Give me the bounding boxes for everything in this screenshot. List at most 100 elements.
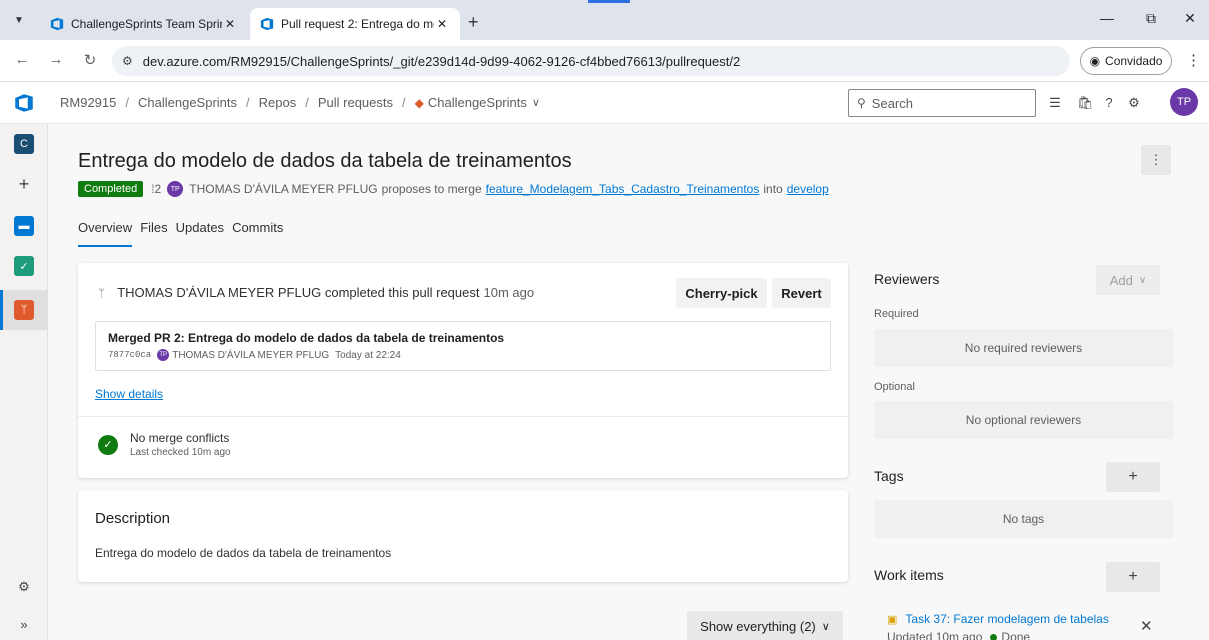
tab-commits[interactable]: Commits bbox=[232, 220, 283, 247]
pr-id: 2 bbox=[154, 182, 162, 196]
breadcrumb-separator: / bbox=[125, 95, 129, 110]
breadcrumb: RM92915 / ChallengeSprints / Repos / Pul… bbox=[60, 95, 540, 110]
add-tag-button[interactable]: + bbox=[1106, 462, 1160, 492]
tab-overview[interactable]: Overview bbox=[78, 220, 133, 247]
source-branch-link[interactable]: feature_Modelagem_Tabs_Cadastro_Treiname… bbox=[486, 182, 760, 196]
breadcrumb-organization[interactable]: RM92915 bbox=[60, 95, 116, 110]
tab-strip-accent bbox=[588, 0, 630, 3]
add-reviewer-button[interactable]: Add ∨ bbox=[1096, 265, 1160, 295]
browser-tab-sprint[interactable]: ChallengeSprints Team Sprint 1 ✕ bbox=[40, 8, 248, 40]
project-badge[interactable]: C bbox=[14, 134, 34, 154]
add-work-item-button[interactable]: + bbox=[1106, 562, 1160, 592]
target-branch-link[interactable]: develop bbox=[787, 182, 829, 196]
pr-meta-line: Completed ⁞ 2 TP THOMAS D'ÁVILA MEYER PF… bbox=[78, 181, 829, 197]
chevron-down-icon[interactable]: ∨ bbox=[532, 96, 540, 109]
proposes-text: proposes to merge bbox=[381, 182, 482, 196]
breadcrumb-separator: / bbox=[305, 95, 309, 110]
restore-window-icon[interactable]: ⧉ bbox=[1141, 10, 1161, 27]
merge-commit[interactable]: Merged PR 2: Entrega do modelo de dados … bbox=[95, 321, 831, 371]
work-item-state: Done bbox=[1001, 630, 1031, 640]
help-icon[interactable]: ? bbox=[1101, 95, 1117, 110]
description-text: Entrega do modelo de dados da tabela de … bbox=[95, 546, 392, 560]
url-field[interactable]: ⚙ dev.azure.com/RM92915/ChallengeSprints… bbox=[112, 46, 1070, 76]
no-tags: No tags bbox=[874, 500, 1173, 538]
conflict-title: No merge conflicts bbox=[130, 431, 230, 445]
into-text: into bbox=[763, 182, 783, 196]
profile-button[interactable]: ◉ Convidado bbox=[1080, 47, 1172, 75]
git-repo-icon: ◆ bbox=[414, 95, 424, 110]
repos-nav-item[interactable]: ᛘ bbox=[0, 290, 48, 330]
divider bbox=[78, 416, 848, 417]
browser-address-bar: ← → ↻ ⚙ dev.azure.com/RM92915/ChallengeS… bbox=[0, 40, 1209, 82]
avatar[interactable]: TP bbox=[1170, 88, 1198, 116]
tags-heading: Tags bbox=[874, 468, 904, 484]
browser-tab-label: Pull request 2: Entrega do modelo de dad… bbox=[281, 17, 434, 31]
browser-tab-pull-request[interactable]: Pull request 2: Entrega do modelo de dad… bbox=[250, 8, 460, 40]
minimize-window-icon[interactable]: — bbox=[1097, 10, 1117, 26]
work-item[interactable]: ▣ Task 37: Fazer modelagem de tabelas Up… bbox=[887, 612, 1109, 640]
show-everything-label: Show everything (2) bbox=[700, 618, 816, 634]
user-settings-icon[interactable]: ⚙ bbox=[1126, 95, 1142, 111]
work-items-heading: Work items bbox=[874, 567, 944, 583]
profile-icon: ◉ bbox=[1089, 54, 1101, 68]
azure-devops-logo-icon[interactable] bbox=[14, 93, 34, 113]
work-item-subtitle: Updated 10m ago Done bbox=[887, 630, 1109, 640]
reviewers-heading: Reviewers bbox=[874, 271, 940, 287]
azure-devops-favicon-icon bbox=[50, 17, 64, 31]
commit-hash[interactable]: 7877c0ca bbox=[108, 350, 151, 360]
browser-menu-icon[interactable]: ⋮ bbox=[1186, 51, 1201, 69]
tab-files[interactable]: Files bbox=[140, 220, 167, 247]
work-item-title[interactable]: Task 37: Fazer modelagem de tabelas bbox=[905, 612, 1108, 626]
commit-time: Today at 22:24 bbox=[335, 349, 401, 361]
work-items-list-icon[interactable]: ☰ bbox=[1047, 95, 1063, 111]
reload-icon[interactable]: ↻ bbox=[80, 51, 100, 69]
breadcrumb-repos[interactable]: Repos bbox=[259, 95, 297, 110]
azure-devops-header: RM92915 / ChallengeSprints / Repos / Pul… bbox=[0, 82, 1209, 124]
close-tab-icon[interactable]: ✕ bbox=[434, 17, 450, 31]
remove-work-item-close-icon[interactable]: ✕ bbox=[1140, 617, 1153, 635]
description-heading: Description bbox=[95, 510, 171, 527]
site-settings-icon[interactable]: ⚙ bbox=[122, 54, 133, 68]
boards-icon[interactable]: ✓ bbox=[14, 256, 34, 276]
pr-tabs: Overview Files Updates Commits bbox=[78, 220, 291, 247]
chevron-down-icon: ∨ bbox=[1138, 274, 1147, 286]
show-everything-button[interactable]: Show everything (2) ∨ bbox=[687, 611, 843, 640]
check-circle-icon: ✓ bbox=[98, 434, 118, 455]
pr-author: THOMAS D'ÁVILA MEYER PFLUG bbox=[189, 182, 378, 196]
url-text: dev.azure.com/RM92915/ChallengeSprints/_… bbox=[142, 53, 741, 69]
merge-commit-title: Merged PR 2: Entrega do modelo de dados … bbox=[108, 331, 505, 345]
tab-search-chevron-icon[interactable]: ▼ bbox=[8, 12, 30, 30]
conflict-subtitle: Last checked 10m ago bbox=[130, 447, 231, 458]
avatar[interactable]: TP bbox=[167, 181, 184, 197]
new-tab-button[interactable]: + bbox=[468, 13, 479, 31]
required-label: Required bbox=[874, 308, 919, 320]
merge-icon: ᛘ bbox=[98, 285, 106, 300]
forward-arrow-icon[interactable]: → bbox=[46, 51, 66, 68]
project-settings-gear-icon[interactable]: ⚙ bbox=[14, 579, 34, 595]
active-indicator bbox=[0, 290, 3, 330]
expand-chevron-icon[interactable]: » bbox=[14, 617, 34, 632]
no-required-reviewers: No required reviewers bbox=[874, 329, 1173, 367]
breadcrumb-pull-requests[interactable]: Pull requests bbox=[318, 95, 393, 110]
breadcrumb-repository[interactable]: ChallengeSprints bbox=[428, 95, 527, 110]
cherry-pick-button[interactable]: Cherry-pick bbox=[676, 278, 767, 308]
breadcrumb-project[interactable]: ChallengeSprints bbox=[138, 95, 237, 110]
close-window-icon[interactable]: ✕ bbox=[1180, 10, 1200, 27]
show-details-link[interactable]: Show details bbox=[95, 387, 163, 401]
left-navigation-rail: C + ▬ ✓ ᛘ ⚙ » bbox=[0, 124, 48, 640]
state-dot-icon bbox=[990, 633, 998, 640]
close-tab-icon[interactable]: ✕ bbox=[222, 17, 238, 31]
profile-label: Convidado bbox=[1105, 54, 1163, 68]
browser-tab-bar: ▼ ChallengeSprints Team Sprint 1 ✕ Pull … bbox=[0, 0, 1209, 40]
back-arrow-icon[interactable]: ← bbox=[12, 51, 32, 68]
revert-button[interactable]: Revert bbox=[772, 278, 831, 308]
no-optional-reviewers: No optional reviewers bbox=[874, 401, 1173, 439]
more-actions-button[interactable]: ⋮ bbox=[1141, 145, 1171, 175]
task-icon: ▣ bbox=[887, 613, 898, 626]
marketplace-bag-icon[interactable]: 🛍 bbox=[1077, 95, 1094, 111]
tab-updates[interactable]: Updates bbox=[176, 220, 224, 247]
add-icon[interactable]: + bbox=[14, 174, 34, 195]
breadcrumb-separator: / bbox=[402, 95, 406, 110]
search-input[interactable]: ⚲ Search bbox=[848, 89, 1036, 117]
overview-icon[interactable]: ▬ bbox=[14, 216, 34, 236]
